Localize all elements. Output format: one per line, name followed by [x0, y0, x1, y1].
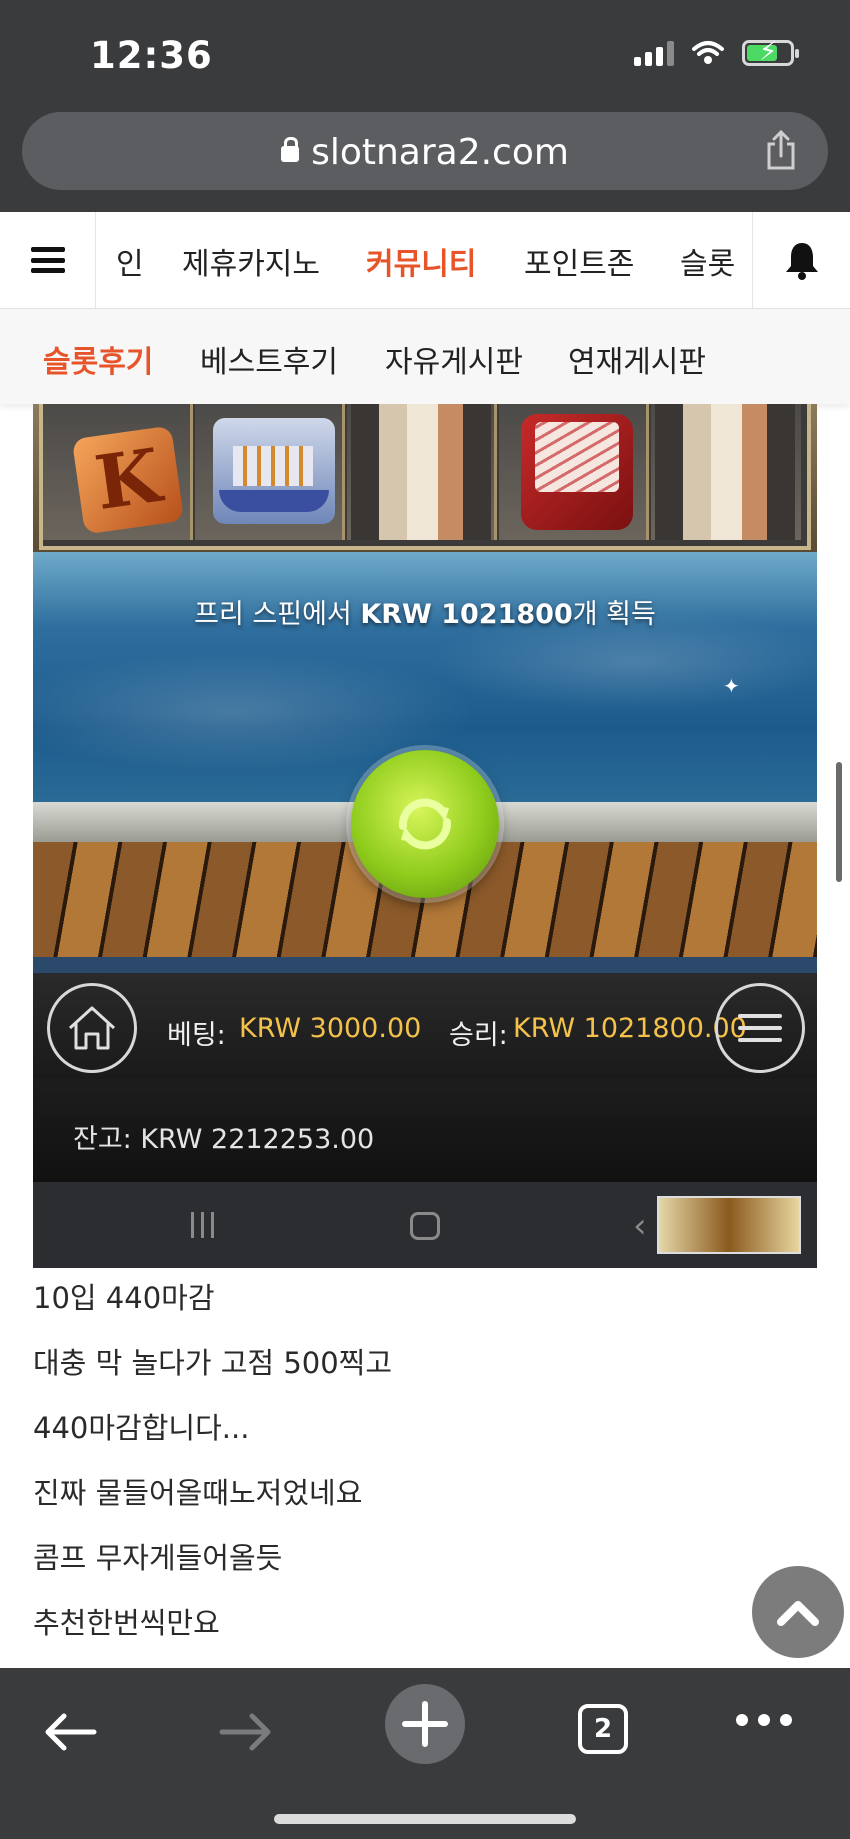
url-field[interactable]: slotnara2.com — [22, 112, 828, 190]
tab-free-board[interactable]: 자유게시판 — [385, 337, 523, 381]
logo-thumbnail — [657, 1196, 801, 1254]
bet-info-bar: 베팅: KRW 3000.00 승리: KRW 1021800.00 — [33, 973, 817, 1079]
menu-button[interactable] — [0, 212, 96, 308]
bet-label: 베팅: — [167, 1020, 226, 1051]
hamburger-icon — [30, 247, 65, 273]
reel-cell — [499, 404, 649, 540]
slot-game-screenshot: K 프리 스핀에서 KRW 1021800개 획득 ✦ 베팅: KRW 3000… — [33, 404, 817, 1268]
win-label: 승리: — [449, 1020, 508, 1051]
nav-item-partner-casino[interactable]: 제휴카지노 — [182, 239, 320, 283]
back-button[interactable] — [30, 1692, 110, 1772]
bet-value: KRW 3000.00 — [239, 1013, 422, 1044]
tab-best-reviews[interactable]: 베스트후기 — [200, 337, 338, 381]
reel-cell: K — [43, 404, 193, 540]
browser-address-bar: slotnara2.com — [0, 108, 850, 212]
refresh-icon — [398, 798, 452, 850]
sparkle-icon: ✦ — [723, 674, 740, 698]
wild-lady-symbol — [655, 404, 795, 540]
cellular-signal-icon — [634, 40, 674, 66]
bell-icon — [785, 243, 818, 280]
game-menu-button[interactable] — [715, 983, 805, 1073]
back-chevron-icon: ‹ — [633, 1206, 647, 1246]
reel-cell — [651, 404, 801, 540]
menu-lines-icon — [738, 1014, 782, 1042]
k-symbol: K — [71, 425, 185, 535]
browser-toolbar: 2 — [0, 1668, 850, 1839]
phone-nav-bar: ‹ — [33, 1182, 817, 1268]
free-spin-win-message: 프리 스핀에서 KRW 1021800개 획득 — [194, 599, 656, 630]
lock-icon — [281, 137, 300, 162]
tab-slot-reviews[interactable]: 슬롯후기 — [43, 337, 153, 381]
post-body: 10입 440마감 대충 막 놀다가 고점 500찍고 440마감합니다... … — [33, 1268, 733, 1658]
new-tab-button[interactable] — [385, 1684, 465, 1764]
house-icon — [68, 1006, 116, 1050]
post-line: 진짜 물들어올때노저었네요 — [33, 1476, 363, 1510]
more-options-icon[interactable] — [736, 1714, 792, 1726]
balance-text: 잔고: KRW 2212253.00 — [73, 1124, 375, 1155]
win-value: KRW 1021800.00 — [513, 1013, 747, 1044]
wifi-icon — [692, 41, 724, 64]
nav-item-point-zone[interactable]: 포인트존 — [524, 239, 634, 283]
status-icons: ⚡ — [634, 37, 799, 67]
post-line: 대충 막 놀다가 고점 500찍고 — [33, 1346, 393, 1380]
page: 12:36 ⚡ slotnara2.com 인 제휴카지노 커뮤니티 포인트존 … — [0, 0, 850, 1839]
reel-cell — [195, 404, 345, 540]
page-scrollbar[interactable] — [836, 762, 842, 882]
plus-icon — [402, 1701, 448, 1747]
site-main-nav: 인 제휴카지노 커뮤니티 포인트존 슬롯 — [0, 212, 850, 309]
tabs-button[interactable]: 2 — [578, 1704, 628, 1754]
nav-item-partial[interactable]: 인 — [116, 239, 144, 283]
board-sub-nav: 슬롯후기 베스트후기 자유게시판 연재게시판 — [0, 309, 850, 404]
home-indicator[interactable] — [274, 1814, 576, 1824]
chevron-up-icon — [777, 1601, 819, 1626]
scroll-to-top-button[interactable] — [752, 1566, 844, 1658]
arrow-right-icon — [219, 1713, 271, 1751]
nav-item-slot[interactable]: 슬롯 — [680, 239, 735, 283]
status-time: 12:36 — [90, 34, 213, 77]
forward-button[interactable] — [206, 1692, 286, 1772]
home-icon — [410, 1212, 440, 1240]
post-line: 추천한번씩만요 — [33, 1606, 220, 1640]
status-bar: 12:36 ⚡ — [0, 0, 850, 108]
share-icon[interactable] — [764, 130, 798, 170]
slot-reels: K — [33, 404, 817, 552]
balance-bar: 잔고: KRW 2212253.00 — [33, 1079, 817, 1182]
game-home-button[interactable] — [47, 983, 137, 1073]
recent-apps-icon — [191, 1212, 214, 1238]
wild-lady-symbol — [351, 404, 491, 540]
spin-button[interactable] — [351, 750, 499, 898]
yacht-symbol — [213, 418, 335, 524]
battery-icon: ⚡ — [742, 37, 799, 67]
post-line: 10입 440마감 — [33, 1281, 215, 1315]
url-text: slotnara2.com — [311, 132, 569, 173]
arrow-left-icon — [45, 1713, 97, 1751]
post-line: 콤프 무자게들어올듯 — [33, 1541, 283, 1575]
nav-item-community[interactable]: 커뮤니티 — [366, 239, 476, 283]
main-nav-items: 인 제휴카지노 커뮤니티 포인트존 슬롯 — [96, 212, 752, 308]
reel-cell — [347, 404, 497, 540]
post-line: 440마감합니다... — [33, 1411, 250, 1445]
money-symbol — [521, 414, 633, 530]
tab-serial-board[interactable]: 연재게시판 — [568, 337, 706, 381]
notification-button[interactable] — [752, 212, 850, 308]
